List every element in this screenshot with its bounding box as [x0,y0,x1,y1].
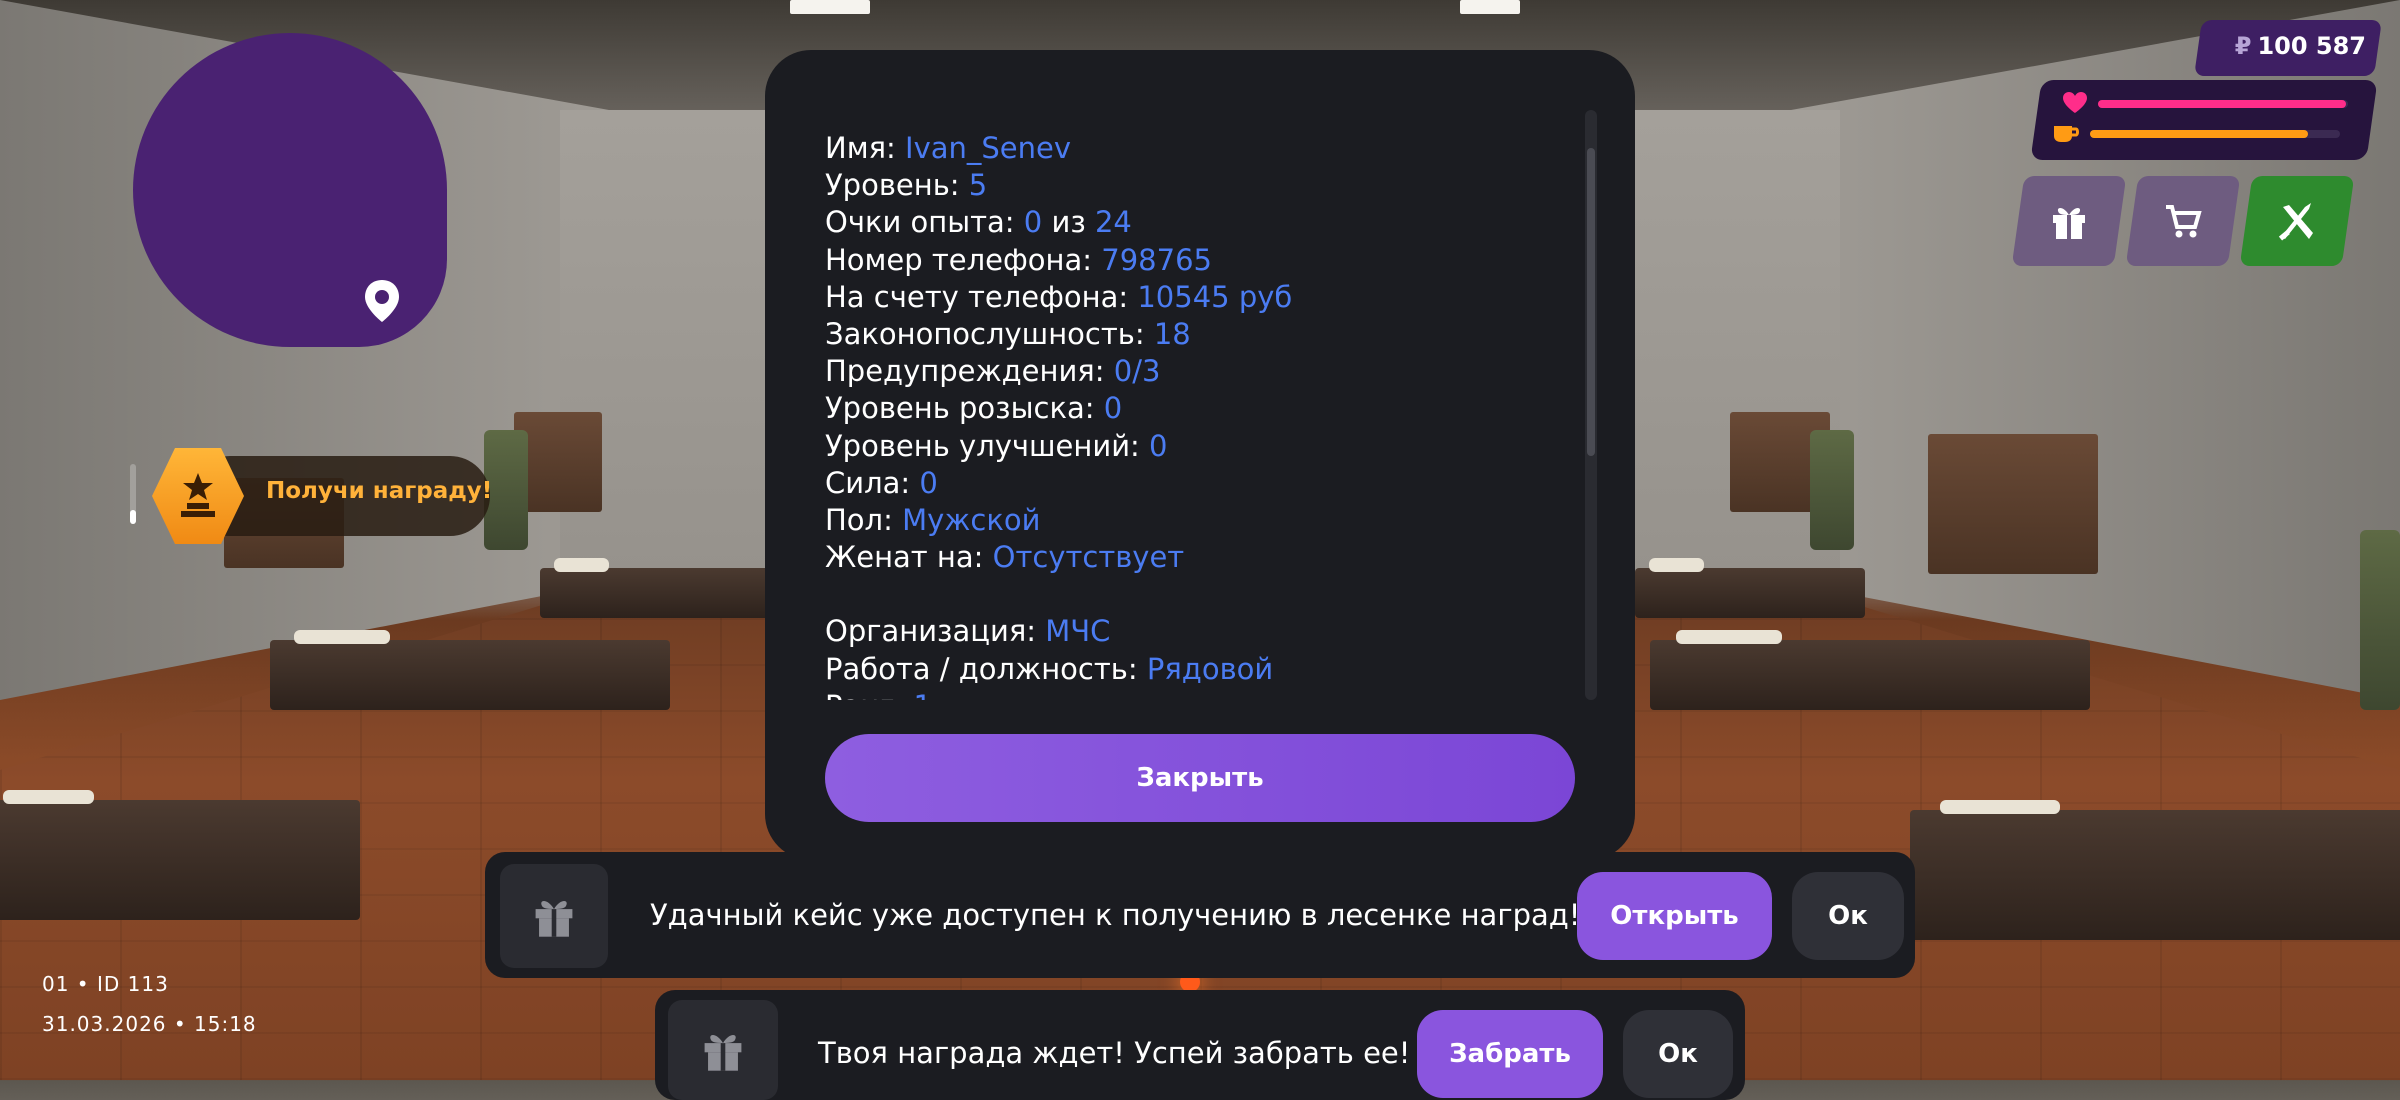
health-bar [2098,100,2348,108]
bed [1635,558,1865,618]
stat-row-phone-balance: На счету телефона: 10545 руб [825,279,1293,314]
stat-value: МЧС [1045,614,1111,649]
hunger-bar-fill [2090,130,2308,138]
bed [540,558,770,618]
stat-row-name: Имя: Ivan_Senev [825,131,1072,165]
stat-row-level: Уровень: 5 [825,168,988,203]
stat-row-gender: Пол: Мужской [825,502,1041,537]
stat-row-phone: Номер телефона: 798765 [825,242,1212,277]
stat-value-max: 24 [1094,205,1132,240]
stat-row-strength: Сила: 0 [825,465,938,500]
stat-value: 10545 руб [1137,279,1293,314]
coffee-cup-icon [2054,126,2079,142]
reward-label[interactable]: Получи награду! [266,478,492,504]
bed [270,630,670,710]
hanging-coat [1810,430,1854,550]
stat-row-upgrades: Уровень улучшений: 0 [825,428,1168,463]
ceiling-lamp [790,0,870,14]
notification-icon-box [668,1000,778,1100]
weapons-button[interactable] [2239,176,2355,266]
stat-value: 798765 [1101,242,1212,277]
stat-value: 0 [919,465,938,500]
stat-value: Ivan_Senev [905,131,1072,165]
money-readout: ₽100 587 [2216,32,2366,60]
stat-value: Мужской [902,502,1041,537]
bed [0,790,360,920]
stat-row-rank: Ранг: 1 [825,688,1575,700]
stat-row-law: Законопослушность: 18 [825,316,1191,351]
stat-row-warnings: Предупреждения: 0/3 [825,354,1161,389]
stat-value: 0 [1023,205,1043,240]
stat-row-job: Работа / должность: Рядовой [825,651,1274,686]
money-amount: 100 587 [2257,32,2366,60]
stat-row-organization: Организация: МЧС [825,614,1111,649]
gift-icon [535,901,573,937]
stat-value: 0 [1149,428,1168,463]
cart-icon [2166,205,2202,238]
notification-text: Твоя награда ждет! Успей забрать ее! [818,1036,1411,1070]
stat-value: Рядовой [1146,651,1274,686]
stat-value: 0/3 [1113,354,1161,389]
notification-text: Удачный кейс уже доступен к получению в … [650,898,1581,932]
side-scrollbar[interactable] [130,464,136,524]
stat-row-spouse: Женат на: Отсутствует [825,540,1185,575]
close-button[interactable]: Закрыть [825,734,1575,822]
trophy-star-icon [181,473,215,517]
stat-value: 18 [1153,316,1191,351]
location-pin-icon [365,280,399,322]
claim-button[interactable]: Забрать [1417,1010,1603,1098]
open-button[interactable]: Открыть [1577,872,1772,960]
ok-button[interactable]: Ок [1792,872,1904,960]
bed [1910,800,2400,940]
bed [1650,630,2090,710]
stats-list[interactable]: Имя: Ivan_Senev Уровень: 5 Очки опыта: 0… [825,130,1575,700]
gift-icon [704,1035,742,1071]
server-datetime: 31.03.2026 • 15:18 [42,1012,257,1036]
ceiling-lamp [1460,0,1520,14]
stat-value: 1 [913,689,931,700]
stat-row-wanted: Уровень розыска: 0 [825,391,1123,426]
ok-button[interactable]: Ок [1623,1010,1733,1098]
wall-cabinet [1928,434,2098,574]
hunger-bar [2090,130,2340,138]
gift-button[interactable] [2011,176,2127,266]
currency-symbol: ₽ [2234,32,2252,60]
stat-value: 5 [968,168,988,203]
shop-button[interactable] [2125,176,2241,266]
weapons-icon [2278,203,2313,241]
gift-icon [2053,208,2085,239]
health-bar-fill [2098,100,2346,108]
stat-value: 0 [1103,391,1123,426]
server-id: 01 • ID 113 [42,972,169,996]
stat-row-experience: Очки опыта: 0 из 24 [825,205,1132,240]
heart-icon [2063,92,2087,113]
notification-icon-box [500,864,608,968]
stat-value: Отсутствует [992,540,1185,575]
stats-scrollbar-thumb[interactable] [1587,148,1595,456]
hanging-coat [2360,530,2400,710]
